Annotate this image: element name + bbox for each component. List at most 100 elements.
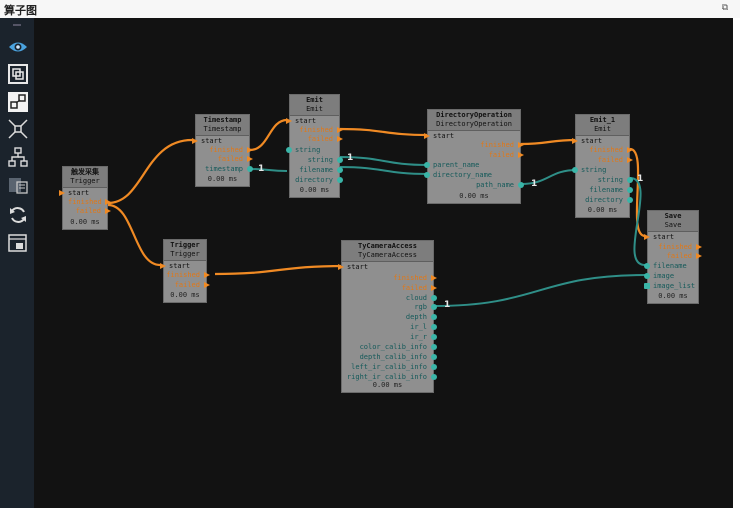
port-failed[interactable]: failed	[576, 156, 633, 165]
port-pin[interactable]	[337, 177, 343, 183]
port-pin[interactable]	[627, 157, 633, 163]
node-save[interactable]: Save Save start finished failed filename …	[644, 210, 702, 304]
port-string-in[interactable]: string	[286, 146, 339, 155]
port-timestamp[interactable]: timestamp	[196, 165, 253, 174]
port-left-ir-calib-info[interactable]: left_ir_calib_info	[342, 363, 437, 372]
node-directory-operation[interactable]: DirectoryOperation DirectoryOperation sta…	[424, 109, 524, 204]
wire-dirop-pathname-to-emit1-string[interactable]	[520, 169, 578, 185]
port-finished[interactable]: finished	[342, 274, 437, 283]
collapse-icon[interactable]	[7, 118, 29, 140]
wire-timestamp-to-emit-string[interactable]	[249, 168, 288, 172]
port-pin[interactable]	[247, 147, 253, 153]
port-start[interactable]: start	[644, 233, 698, 242]
port-parent-name[interactable]: parent_name	[424, 161, 520, 170]
port-ir-r[interactable]: ir_r	[342, 333, 437, 342]
port-pin[interactable]	[627, 187, 633, 193]
node-header[interactable]: TyCameraAccess TyCameraAccess	[342, 241, 433, 262]
port-rgb[interactable]: rgb	[342, 303, 437, 312]
port-depth[interactable]: depth	[342, 313, 437, 322]
port-pin[interactable]	[337, 136, 343, 142]
port-ir-l[interactable]: ir_l	[342, 323, 437, 332]
port-pin[interactable]	[204, 272, 210, 278]
graph-canvas[interactable]: 1 1 1 1 1 触发采集 Trigger start finished fai…	[34, 18, 733, 508]
port-start[interactable]: start	[338, 263, 433, 272]
port-pin[interactable]	[644, 263, 650, 269]
port-directory-name[interactable]: directory_name	[424, 171, 520, 180]
port-pin[interactable]	[247, 156, 253, 162]
wire-dirop-finished-to-emit1-start[interactable]	[520, 138, 578, 146]
node-header[interactable]: Timestamp Timestamp	[196, 115, 249, 136]
port-finished[interactable]: finished	[428, 141, 524, 150]
layers-icon[interactable]	[7, 63, 29, 85]
toolbar-grip[interactable]	[13, 24, 21, 26]
port-start[interactable]: start	[424, 132, 520, 141]
node-header[interactable]: Trigger Trigger	[164, 240, 206, 261]
port-pin[interactable]	[424, 162, 430, 168]
port-image[interactable]: image	[644, 272, 698, 281]
port-failed[interactable]: failed	[164, 281, 210, 290]
port-failed[interactable]: failed	[196, 155, 253, 164]
port-pin[interactable]	[627, 197, 633, 203]
port-pin[interactable]	[192, 138, 198, 144]
port-finished[interactable]: finished	[290, 126, 343, 135]
node-emit[interactable]: Emit Emit start finished failed string st…	[286, 94, 343, 198]
port-path-name[interactable]: path_name	[428, 181, 524, 190]
port-pin[interactable]	[286, 147, 292, 153]
port-string-out[interactable]: string	[290, 156, 343, 165]
port-pin[interactable]	[424, 172, 430, 178]
port-string-in[interactable]: string	[572, 166, 629, 175]
port-finished[interactable]: finished	[576, 146, 633, 155]
port-failed[interactable]: failed	[428, 151, 524, 160]
port-start[interactable]: start	[59, 189, 107, 198]
port-image-list[interactable]: image_list	[644, 282, 698, 291]
port-finished[interactable]: finished	[63, 198, 111, 207]
node-trigger-collect[interactable]: 触发采集 Trigger start finished failed 0.00 m…	[59, 166, 111, 230]
port-start[interactable]: start	[286, 117, 339, 126]
port-depth-calib-info[interactable]: depth_calib_info	[342, 353, 437, 362]
port-failed[interactable]: failed	[63, 207, 111, 216]
node-link-icon[interactable]	[7, 91, 29, 113]
port-pin[interactable]	[424, 133, 430, 139]
port-start[interactable]: start	[192, 137, 249, 146]
port-pin[interactable]	[431, 324, 437, 330]
port-pin[interactable]	[431, 344, 437, 350]
port-pin[interactable]	[105, 199, 111, 205]
port-pin[interactable]	[431, 334, 437, 340]
port-pin[interactable]	[431, 354, 437, 360]
port-pin[interactable]	[431, 275, 437, 281]
port-failed[interactable]: failed	[648, 252, 702, 261]
port-filename[interactable]: filename	[644, 262, 698, 271]
port-pin[interactable]	[431, 285, 437, 291]
port-directory[interactable]: directory	[576, 196, 633, 205]
port-filename[interactable]: filename	[576, 186, 633, 195]
port-filename[interactable]: filename	[290, 166, 343, 175]
node-header[interactable]: 触发采集 Trigger	[63, 167, 107, 188]
port-pin[interactable]	[644, 283, 650, 289]
port-pin[interactable]	[696, 244, 702, 250]
refresh-icon[interactable]	[7, 204, 29, 226]
port-pin[interactable]	[518, 142, 524, 148]
wire-trigger-finished-to-trigger-start[interactable]	[107, 203, 161, 267]
node-header[interactable]: Save Save	[648, 211, 698, 232]
port-pin[interactable]	[644, 234, 650, 240]
port-pin[interactable]	[627, 147, 633, 153]
port-pin[interactable]	[105, 208, 111, 214]
port-pin[interactable]	[572, 167, 578, 173]
node-header[interactable]: Emit Emit	[290, 95, 339, 116]
port-pin[interactable]	[696, 253, 702, 259]
port-start[interactable]: start	[572, 137, 629, 146]
port-directory[interactable]: directory	[290, 176, 343, 185]
port-pin[interactable]	[59, 190, 65, 196]
port-string-out[interactable]: string	[576, 176, 633, 185]
port-color-calib-info[interactable]: color_calib_info	[342, 343, 437, 352]
port-finished[interactable]: finished	[164, 271, 210, 280]
port-finished[interactable]: finished	[196, 146, 253, 155]
port-pin[interactable]	[286, 118, 292, 124]
wire-emit-finished-to-dirop-start[interactable]	[339, 127, 429, 137]
port-cloud[interactable]: cloud	[342, 294, 437, 303]
port-pin[interactable]	[431, 295, 437, 301]
port-pin[interactable]	[431, 364, 437, 370]
port-pin[interactable]	[337, 127, 343, 133]
port-pin[interactable]	[627, 177, 633, 183]
port-failed[interactable]: failed	[342, 284, 437, 293]
